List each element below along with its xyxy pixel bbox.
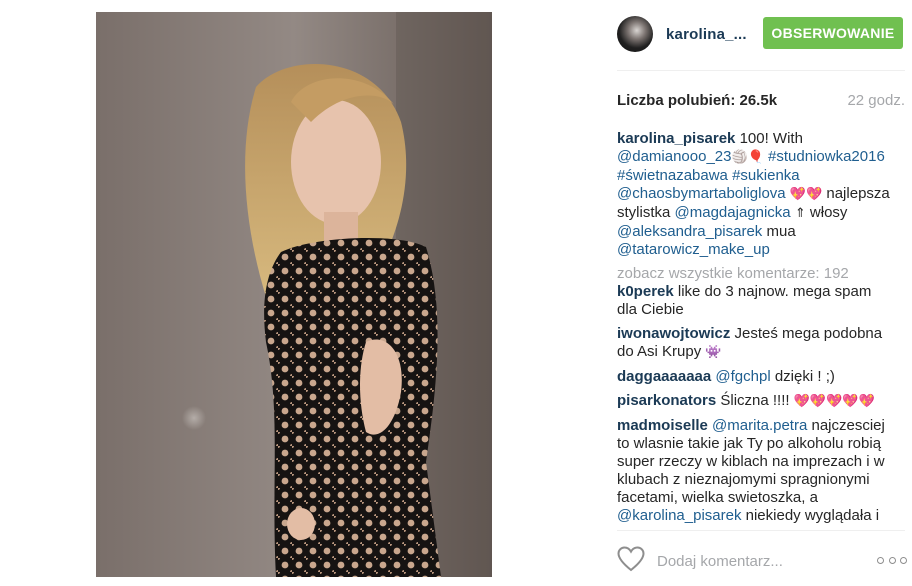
comment-item: madmoiselle @marita.petra najczesciej to…	[617, 417, 893, 525]
hashtag-link[interactable]: #świetnazabawa	[617, 167, 728, 184]
comment-text: Jesteś mega podobna	[730, 325, 883, 342]
mention-link[interactable]: @karolina_pisarek	[617, 507, 741, 524]
mention-link[interactable]: @marita.petra	[712, 417, 807, 434]
comment-text: klubach z nieznajomymi spragnionymi	[617, 471, 870, 488]
likes-count[interactable]: Liczba polubień: 26.5k	[617, 92, 777, 109]
comment-text: najczesciej	[807, 417, 885, 434]
author-username[interactable]: karolina_...	[666, 26, 747, 43]
caption: karolina_pisarek 100! With @damianooo_23…	[617, 130, 893, 259]
caption-text: najlepsza	[822, 185, 890, 202]
comments-list: karolina_pisarek 100! With @damianooo_23…	[617, 130, 893, 530]
header-divider	[617, 70, 905, 71]
profile-avatar[interactable]	[617, 16, 653, 52]
mention-link[interactable]: @chaosbymartaboliglova	[617, 185, 786, 202]
instagram-post-view: karolina_... OBSERWOWANIE Liczba polubie…	[0, 0, 912, 586]
comment-item: pisarkonators Śliczna !!!! 💖💖💖💖💖	[617, 392, 893, 411]
comment-text: Śliczna !!!!	[716, 392, 794, 409]
comment-input[interactable]	[655, 548, 859, 574]
mention-link[interactable]: @fgchpl	[715, 368, 770, 385]
comment-item: daggaaaaaaa @fgchpl dzięki ! ;)	[617, 368, 893, 386]
post-timestamp[interactable]: 22 godz.	[847, 92, 905, 109]
post-side-panel: karolina_... OBSERWOWANIE Liczba polubie…	[600, 0, 912, 586]
comment-username[interactable]: madmoiselle	[617, 417, 708, 434]
hashtag-link[interactable]: #studniowka2016	[768, 148, 885, 165]
emoji: 👾	[705, 345, 722, 360]
mention-link[interactable]: @aleksandra_pisarek	[617, 223, 762, 240]
view-all-comments-link[interactable]: zobacz wszystkie komentarze: 192	[617, 265, 893, 283]
comment-username[interactable]: k0perek	[617, 283, 674, 300]
comment-item: iwonawojtowicz Jesteś mega podobna do As…	[617, 325, 893, 362]
comment-text: niekiedy wyglądała i	[741, 507, 880, 524]
emoji: ⇑	[794, 206, 806, 221]
likes-row: Liczba polubień: 26.5k 22 godz.	[617, 92, 907, 112]
emoji: 💖💖💖💖💖	[793, 394, 875, 409]
comment-item: k0perek like do 3 najnow. mega spam dla …	[617, 283, 893, 319]
comment-text: dzięki ! ;)	[770, 368, 835, 385]
caption-text: 100! With	[735, 130, 803, 147]
heart-outline-icon[interactable]	[617, 546, 645, 572]
comment-text: facetami, wielka swietoszka, a	[617, 489, 818, 506]
comment-text: like do 3 najnow. mega spam	[673, 283, 872, 300]
mention-link[interactable]: @tatarowicz_make_up	[617, 241, 770, 258]
post-footer	[617, 544, 907, 576]
comment-username[interactable]: pisarkonators	[617, 392, 716, 409]
photo-illustration	[96, 12, 492, 577]
follow-button[interactable]: OBSERWOWANIE	[763, 17, 903, 49]
caption-username[interactable]: karolina_pisarek	[617, 130, 735, 147]
comment-username[interactable]: iwonawojtowicz	[617, 325, 730, 342]
mention-link[interactable]: @damianooo_23	[617, 148, 731, 165]
emoji: 💖💖	[789, 187, 823, 202]
mention-link[interactable]: @magdajagnicka	[675, 204, 791, 221]
caption-text: włosy	[805, 204, 848, 221]
comment-text: to wlasnie takie jak Ty po alkoholu robi…	[617, 435, 882, 452]
comment-text: dla Ciebie	[617, 301, 684, 318]
comment-username[interactable]: daggaaaaaaa	[617, 368, 711, 385]
comment-text: do Asi Krupy	[617, 343, 706, 360]
hashtag-link[interactable]: #sukienka	[732, 167, 800, 184]
post-header: karolina_... OBSERWOWANIE	[617, 14, 905, 54]
post-photo[interactable]	[96, 12, 492, 577]
emoji: 🏐🎈	[731, 150, 764, 165]
more-options-icon[interactable]	[877, 548, 907, 572]
caption-text: stylistka	[617, 204, 675, 221]
comment-text: super rzeczy w kiblach na imprezach i w	[617, 453, 885, 470]
caption-text: mua	[762, 223, 796, 240]
footer-divider	[617, 530, 905, 531]
